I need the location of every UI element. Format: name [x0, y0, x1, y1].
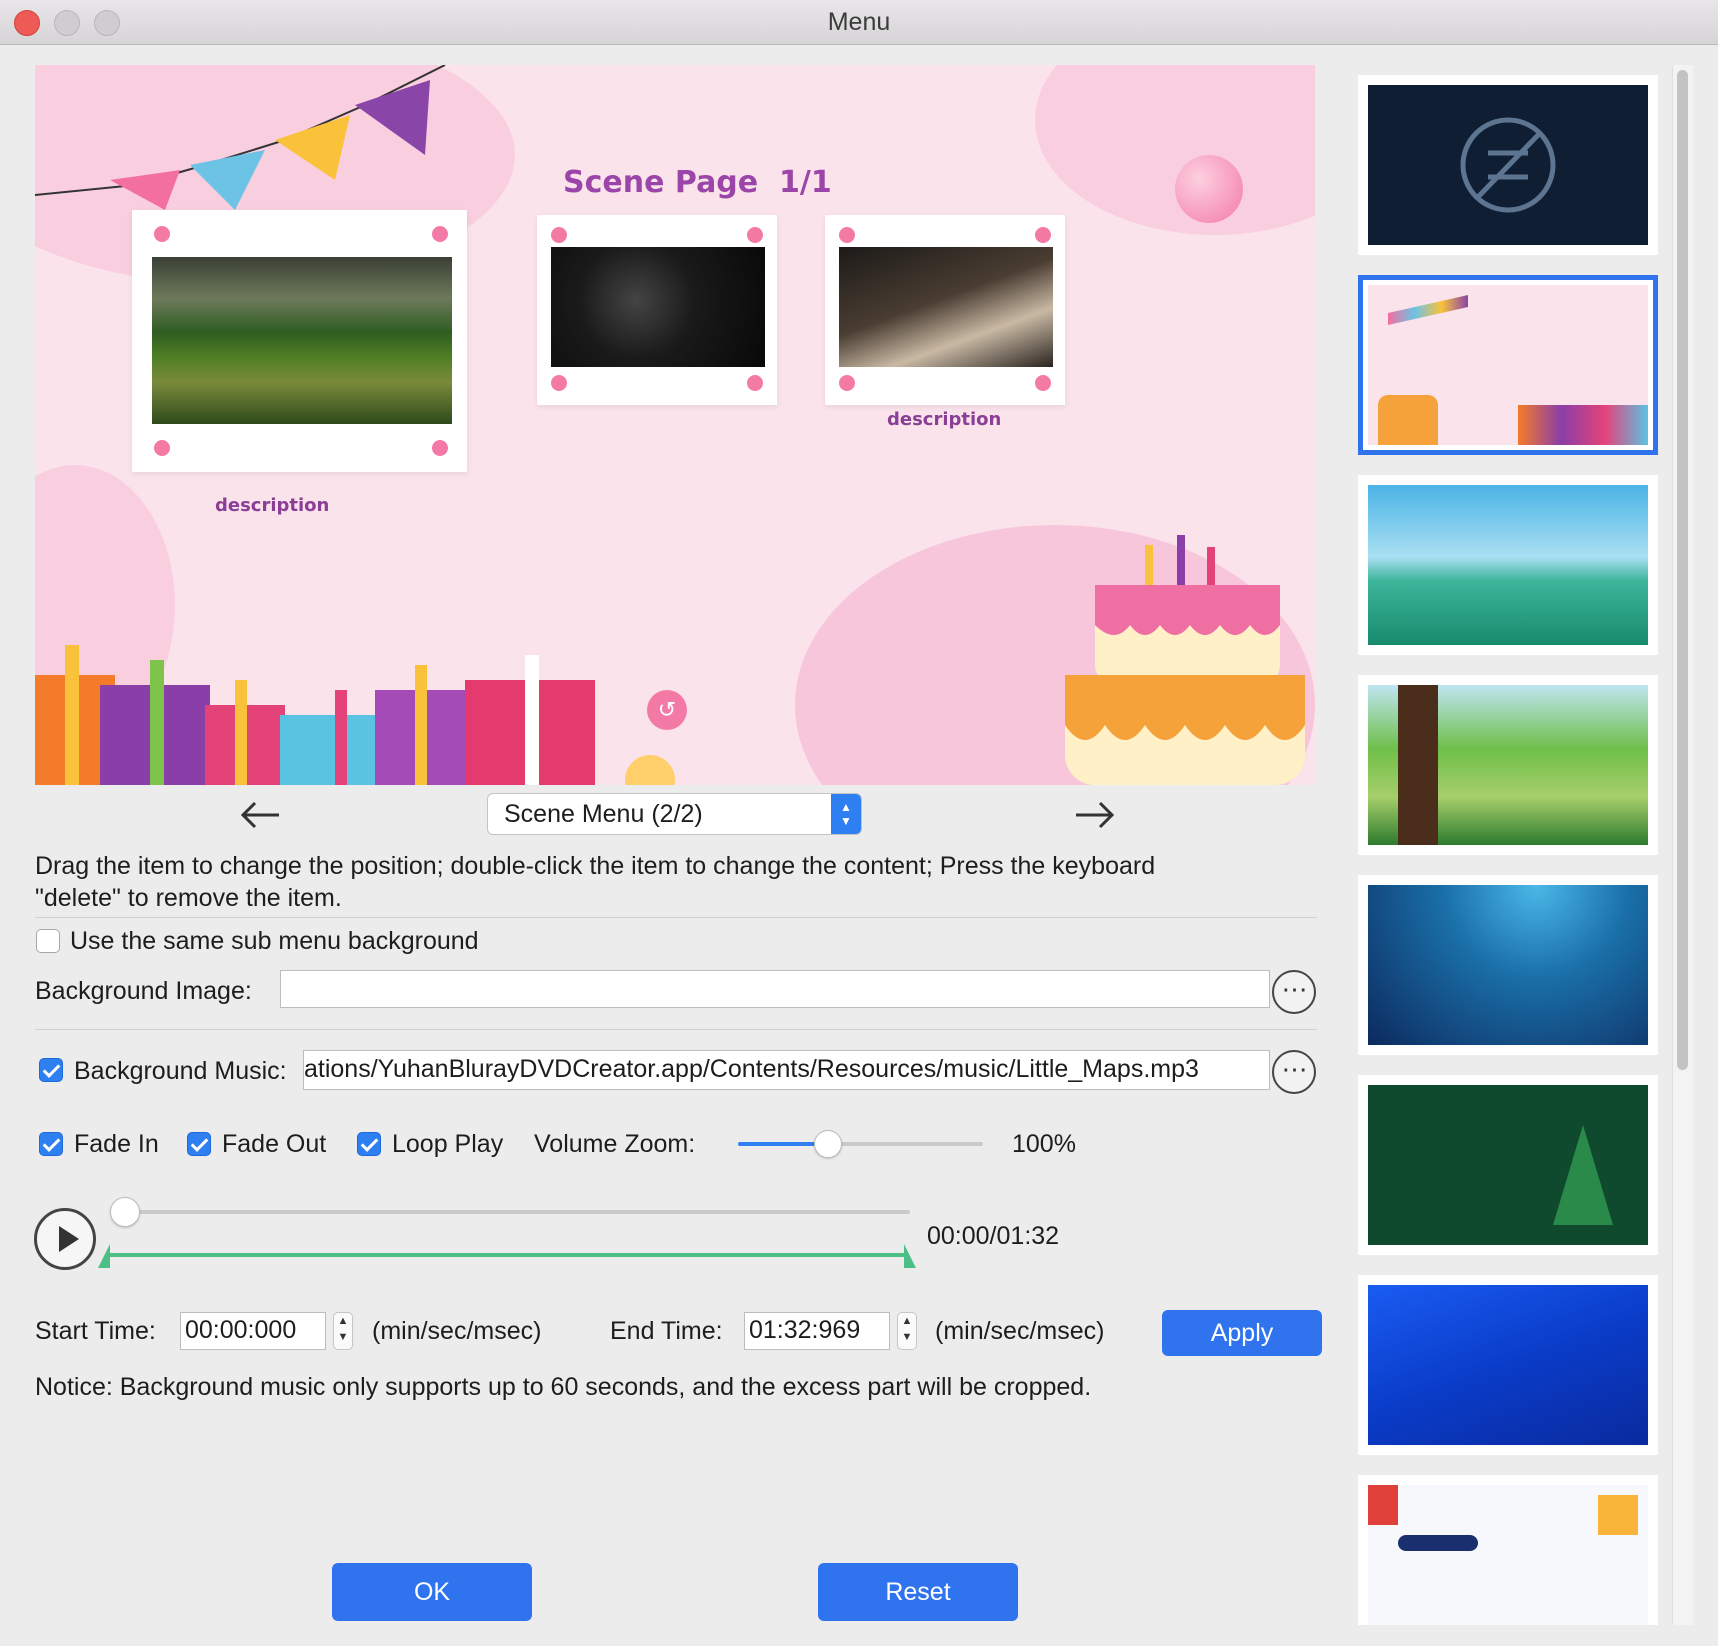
template-forest[interactable]: [1358, 675, 1658, 855]
scene-page-title: Scene Page 1/1: [563, 165, 832, 200]
divider: [35, 917, 1317, 918]
reset-button[interactable]: Reset: [818, 1563, 1018, 1621]
background-music-checkbox[interactable]: [39, 1058, 63, 1082]
ok-button[interactable]: OK: [332, 1563, 532, 1621]
start-time-field[interactable]: 00:00:000: [180, 1312, 326, 1350]
volume-zoom-label: Volume Zoom:: [534, 1130, 696, 1158]
background-music-label: Background Music:: [74, 1057, 287, 1085]
fade-in-checkbox[interactable]: [39, 1132, 63, 1156]
playback-slider-knob[interactable]: [110, 1197, 140, 1227]
loop-play-checkbox[interactable]: [357, 1132, 381, 1156]
browse-background-music-button[interactable]: ⋯: [1272, 1050, 1316, 1094]
select-stepper-icon: ▲ ▼: [831, 794, 861, 834]
same-background-label: Use the same sub menu background: [70, 927, 479, 955]
cake-decoration: [1065, 535, 1305, 785]
right-arrow-icon: [1076, 801, 1115, 829]
scene-item-1[interactable]: [132, 210, 467, 472]
play-icon: [59, 1226, 79, 1252]
menu-select[interactable]: Scene Menu (2/2) ▲ ▼: [487, 793, 862, 835]
end-time-label: End Time:: [610, 1317, 723, 1345]
scene-item-3-description[interactable]: description: [887, 409, 1001, 430]
volume-zoom-value: 100%: [1012, 1130, 1076, 1158]
next-menu-button[interactable]: [1070, 795, 1120, 835]
browse-background-image-button[interactable]: ⋯: [1272, 970, 1316, 1014]
scene-item-1-description[interactable]: description: [215, 495, 329, 516]
instructions-line-2: "delete" to remove the item.: [35, 884, 342, 912]
template-landscape[interactable]: [1358, 475, 1658, 655]
loop-play-label: Loop Play: [392, 1130, 504, 1158]
fade-out-checkbox[interactable]: [187, 1132, 211, 1156]
same-background-checkbox[interactable]: [36, 929, 60, 953]
menu-preview-canvas[interactable]: Scene Page 1/1 description description ↺: [35, 65, 1315, 785]
play-button[interactable]: [34, 1208, 96, 1270]
template-list[interactable]: [1346, 65, 1666, 1625]
background-music-field[interactable]: ations/YuhanBlurayDVDCreator.app/Content…: [303, 1050, 1270, 1090]
start-time-label: Start Time:: [35, 1317, 156, 1345]
scene-thumbnail-2: [551, 247, 765, 367]
left-arrow-icon: [240, 801, 279, 829]
template-list-scrollbar-thumb[interactable]: [1677, 70, 1688, 1070]
playback-slider[interactable]: [110, 1195, 910, 1229]
fade-out-label: Fade Out: [222, 1130, 327, 1158]
gifts-decoration: [35, 645, 595, 785]
instructions-line-1: Drag the item to change the position; do…: [35, 852, 1156, 880]
title-bar: Menu: [0, 0, 1718, 45]
no-template-icon: [1460, 117, 1556, 213]
start-time-stepper[interactable]: ▲ ▼: [333, 1312, 353, 1350]
template-blue-waves[interactable]: [1358, 1275, 1658, 1455]
bunting-decoration: [35, 65, 446, 210]
end-time-stepper[interactable]: ▲ ▼: [897, 1312, 917, 1350]
scene-thumbnail-3: [839, 247, 1053, 367]
template-underwater[interactable]: [1358, 875, 1658, 1055]
trim-range-bar[interactable]: [98, 1240, 918, 1270]
window-title: Menu: [827, 8, 891, 36]
background-image-field[interactable]: [280, 970, 1270, 1008]
scene-item-3[interactable]: [825, 215, 1065, 405]
scene-thumbnail-1: [152, 257, 452, 424]
trim-start-handle[interactable]: [98, 1240, 118, 1270]
previous-menu-button[interactable]: [235, 795, 285, 835]
playback-time: 00:00/01:32: [927, 1222, 1060, 1250]
template-birthday[interactable]: [1358, 275, 1658, 455]
notice-text: Notice: Background music only supports u…: [35, 1373, 1092, 1401]
menu-select-value: Scene Menu (2/2): [504, 800, 703, 828]
template-school[interactable]: [1358, 1475, 1658, 1625]
end-time-unit: (min/sec/msec): [935, 1317, 1105, 1345]
start-time-unit: (min/sec/msec): [372, 1317, 542, 1345]
divider: [35, 1029, 1317, 1030]
apply-button[interactable]: Apply: [1162, 1310, 1322, 1356]
template-no-template[interactable]: [1358, 75, 1658, 255]
background-image-label: Background Image:: [35, 977, 252, 1005]
return-button[interactable]: ↺: [647, 690, 687, 730]
end-time-field[interactable]: 01:32:969: [744, 1312, 890, 1350]
volume-slider-knob[interactable]: [814, 1130, 842, 1158]
scene-item-2[interactable]: [537, 215, 777, 405]
volume-slider[interactable]: [738, 1128, 983, 1160]
fade-in-label: Fade In: [74, 1130, 159, 1158]
template-christmas[interactable]: [1358, 1075, 1658, 1255]
trim-end-handle[interactable]: [898, 1240, 918, 1270]
